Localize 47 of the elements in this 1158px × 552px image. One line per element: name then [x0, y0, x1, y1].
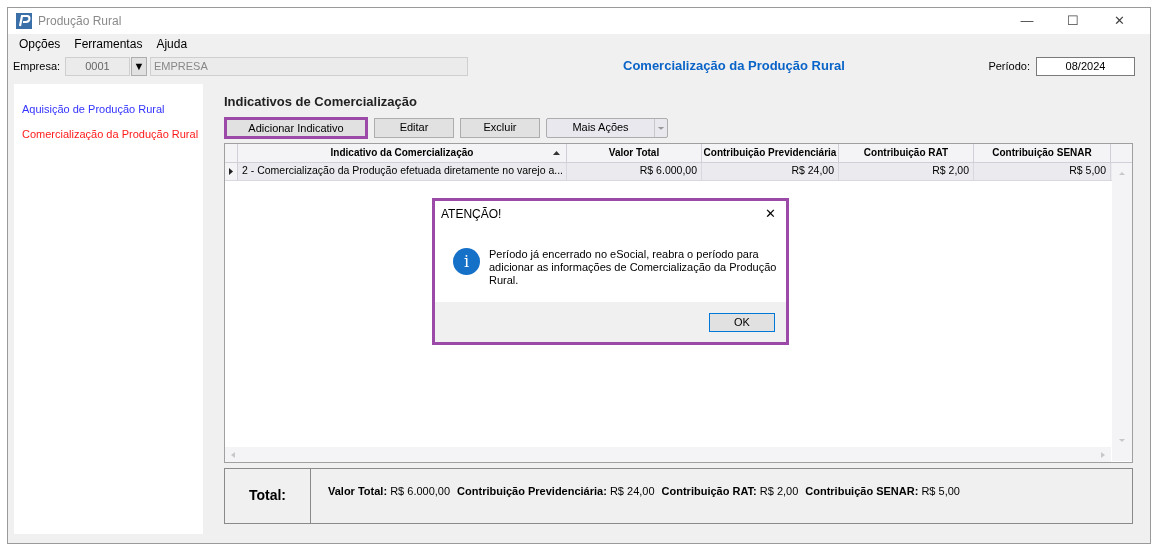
close-button[interactable]: ✕	[1096, 9, 1142, 33]
table-cell: 2 - Comercialização da Produção efetuada diretamente no varejo a...	[238, 162, 567, 180]
horizontal-scrollbar[interactable]	[225, 446, 1111, 462]
sort-arrow-icon	[553, 150, 560, 155]
vertical-scrollbar[interactable]	[1112, 162, 1132, 461]
section-title: Indicativos de Comercialização	[224, 93, 418, 111]
empresa-name-field: EMPRESA	[150, 56, 468, 76]
column-header[interactable]: Valor Total	[567, 143, 702, 162]
ok-button[interactable]: OK	[709, 312, 775, 332]
sidebar-link[interactable]: Comercialização da Produção Rural	[22, 125, 203, 142]
sidebar-link[interactable]: Aquisição de Produção Rural	[22, 101, 203, 118]
table-cell: R$ 6.000,00	[567, 162, 702, 180]
total-summary: Contribuição Previdenciária: R$ 24,00	[457, 484, 655, 500]
table-cell: R$ 2,00	[839, 162, 974, 180]
current-row-icon	[229, 167, 233, 175]
dialog-message: Período já encerrado no eSocial, reabra o período para adicionar as informações de Comercialização da Produção Rural.	[489, 248, 778, 287]
empresa-label: Empresa:	[13, 58, 62, 74]
maximize-button[interactable]: ☐	[1050, 9, 1096, 33]
toolbar-button[interactable]: Excluir	[460, 117, 540, 138]
menu-item[interactable]: Ajuda	[150, 35, 194, 53]
dialog-title: ATENÇÃO!	[441, 206, 502, 223]
menu-item[interactable]: Opções	[13, 35, 67, 53]
app-logo-icon	[16, 13, 32, 29]
toolbar-button[interactable]: Adicionar Indicativo	[224, 116, 368, 139]
dropdown-button[interactable]: ▼	[131, 56, 147, 76]
column-header[interactable]: Contribuição SENAR	[974, 143, 1111, 162]
periodo-label: Período:	[988, 58, 1030, 74]
table-cell: R$ 24,00	[702, 162, 839, 180]
info-icon: i	[453, 248, 480, 275]
window-title: Produção Rural	[38, 13, 122, 30]
total-summary: Valor Total: R$ 6.000,00	[328, 484, 451, 500]
menu-item[interactable]: Ferramentas	[68, 35, 149, 53]
periodo-field[interactable]: 08/2024	[1036, 56, 1135, 76]
page-heading: Comercialização da Produção Rural	[623, 57, 845, 76]
table-cell: R$ 5,00	[974, 162, 1111, 180]
caret-icon	[654, 118, 667, 137]
minimize-button[interactable]: —	[1004, 9, 1050, 33]
close-button[interactable]: ✕	[760, 204, 780, 224]
more-actions-button[interactable]: Mais Ações	[546, 117, 668, 138]
column-header[interactable]: Indicativo da Comercialização	[238, 143, 567, 162]
totals-label: Total:	[225, 468, 311, 523]
column-header[interactable]: Contribuição Previdenciária	[702, 143, 839, 162]
total-summary: Contribuição SENAR: R$ 5,00	[805, 484, 960, 500]
empresa-code-field[interactable]: 0001	[65, 56, 130, 76]
total-summary: Contribuição RAT: R$ 2,00	[661, 484, 799, 500]
column-header[interactable]: Contribuição RAT	[839, 143, 974, 162]
toolbar-button[interactable]: Editar	[374, 117, 454, 138]
